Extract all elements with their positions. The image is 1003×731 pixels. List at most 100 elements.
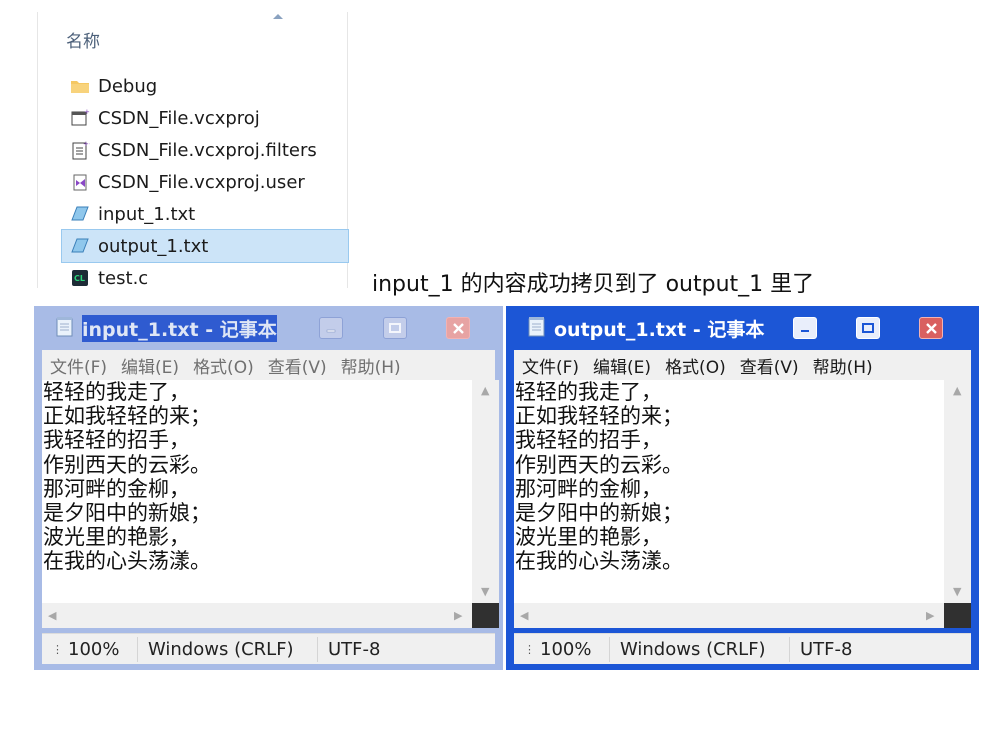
zoom-value: 100% [540,638,592,660]
folder-icon [69,75,91,97]
vertical-scrollbar[interactable]: ▲ ▼ [472,380,499,603]
menu-edit[interactable]: 编辑(E) [593,353,651,378]
zoom-value: 100% [68,638,120,660]
size-grip[interactable] [472,603,499,628]
column-header-name[interactable]: 名称 [66,27,100,52]
menu-bar: 文件(F) 编辑(E) 格式(O) 查看(V) 帮助(H) [514,350,971,380]
c-source-icon: CL [69,267,91,289]
menu-view[interactable]: 查看(V) [268,353,327,378]
text-editor-area[interactable]: 轻轻的我走了， 正如我轻轻的来； 我轻轻的招手， 作别西天的云彩。 那河畔的金柳… [514,380,944,603]
scroll-right-icon[interactable]: ▶ [926,609,934,622]
text-line: 波光里的艳影， [43,525,190,550]
minimize-button[interactable] [319,317,343,339]
title-bar[interactable]: input_1.txt - 记事本 [34,306,503,350]
close-button[interactable] [919,317,943,339]
scroll-down-icon[interactable]: ▼ [953,585,961,598]
close-button[interactable] [446,317,470,339]
scroll-up-icon[interactable]: ▲ [481,384,489,397]
file-name: Debug [98,75,158,97]
file-row-user[interactable]: CSDN_File.vcxproj.user [62,166,348,198]
scroll-right-icon[interactable]: ▶ [454,609,462,622]
menu-edit[interactable]: 编辑(E) [121,353,179,378]
line-ending: Windows (CRLF) [620,638,766,660]
menu-file[interactable]: 文件(F) [522,353,579,378]
file-name: CSDN_File.vcxproj [98,107,260,129]
text-line: 在我的心头荡漾。 [43,549,211,574]
file-row-filters[interactable]: ++ CSDN_File.vcxproj.filters [62,134,348,166]
menu-view[interactable]: 查看(V) [740,353,799,378]
file-name: output_1.txt [98,235,209,257]
vs-user-icon [69,171,91,193]
menu-help[interactable]: 帮助(H) [341,353,401,378]
menu-help[interactable]: 帮助(H) [813,353,873,378]
svg-text:++: ++ [84,108,90,116]
text-line: 正如我轻轻的来； [515,404,683,429]
scroll-up-icon[interactable]: ▲ [953,384,961,397]
status-separator [789,637,790,662]
menu-format[interactable]: 格式(O) [665,353,726,378]
status-separator [609,637,610,662]
svg-text:++: ++ [83,140,90,148]
line-ending: Windows (CRLF) [148,638,294,660]
maximize-button[interactable] [856,317,880,339]
scroll-left-icon[interactable]: ◀ [48,609,56,622]
text-line: 我轻轻的招手， [43,428,190,453]
file-list: Debug ++ CSDN_File.vcxproj ++ CSDN_File.… [61,70,349,294]
filters-icon: ++ [69,139,91,161]
file-row-test-c[interactable]: CL test.c [62,262,348,294]
scroll-left-icon[interactable]: ◀ [520,609,528,622]
text-line: 轻轻的我走了， [43,380,190,404]
resize-grip-icon: ⋮ [52,642,63,656]
close-icon [452,322,464,334]
notepad-window-input[interactable]: input_1.txt - 记事本 文件(F) 编辑(E) 格式(O) 查看(V… [34,306,503,670]
scroll-down-icon[interactable]: ▼ [481,585,489,598]
size-grip[interactable] [944,603,971,628]
text-line: 作别西天的云彩。 [515,452,683,477]
close-icon [925,322,937,334]
notepad-icon[interactable] [528,316,545,337]
svg-text:CL: CL [74,274,85,283]
menu-file[interactable]: 文件(F) [50,353,107,378]
text-line: 是夕阳中的新娘； [43,501,211,526]
minimize-icon [801,330,809,332]
text-line: 波光里的艳影， [515,525,662,550]
text-file-icon [69,203,91,225]
text-editor-area[interactable]: 轻轻的我走了， 正如我轻轻的来； 我轻轻的招手， 作别西天的云彩。 那河畔的金柳… [42,380,472,603]
file-row-input[interactable]: input_1.txt [62,198,348,230]
status-separator [317,637,318,662]
file-row-debug[interactable]: Debug [62,70,348,102]
caption-text: input_1 的内容成功拷贝到了 output_1 里了 [372,272,815,297]
file-name: CSDN_File.vcxproj.filters [98,139,317,161]
zoom-level: ⋮ 100% [524,634,591,664]
sort-ascending-icon[interactable] [273,14,283,19]
text-line: 那河畔的金柳， [43,476,190,501]
file-row-vcxproj[interactable]: ++ CSDN_File.vcxproj [62,102,348,134]
maximize-icon [862,323,874,333]
menu-format[interactable]: 格式(O) [193,353,254,378]
encoding: UTF-8 [800,638,853,660]
notepad-icon[interactable] [56,316,73,337]
file-explorer-pane: 名称 Debug ++ CSDN_File.vcxproj ++ CSDN_Fi… [37,12,349,289]
horizontal-scrollbar[interactable]: ◀ ▶ [514,603,944,628]
window-title: output_1.txt - 记事本 [554,319,765,341]
vertical-scrollbar[interactable]: ▲ ▼ [944,380,971,603]
text-line: 我轻轻的招手， [515,428,662,453]
status-bar: ⋮ 100% Windows (CRLF) UTF-8 [514,633,971,664]
status-bar: ⋮ 100% Windows (CRLF) UTF-8 [42,633,495,664]
status-separator [137,637,138,662]
horizontal-scrollbar[interactable]: ◀ ▶ [42,603,472,628]
title-bar[interactable]: output_1.txt - 记事本 [506,306,979,350]
file-row-output[interactable]: output_1.txt [61,229,349,263]
text-file-icon [69,235,91,257]
zoom-level: ⋮ 100% [52,634,119,664]
minimize-button[interactable] [793,317,817,339]
encoding: UTF-8 [328,638,381,660]
file-name: test.c [98,267,149,289]
text-line: 那河畔的金柳， [515,476,662,501]
vcxproj-icon: ++ [69,107,91,129]
notepad-window-output[interactable]: output_1.txt - 记事本 文件(F) 编辑(E) 格式(O) 查看(… [506,306,979,670]
file-name: input_1.txt [98,203,196,225]
resize-grip-icon: ⋮ [524,642,535,656]
maximize-button[interactable] [383,317,407,339]
text-line: 是夕阳中的新娘； [515,501,683,526]
